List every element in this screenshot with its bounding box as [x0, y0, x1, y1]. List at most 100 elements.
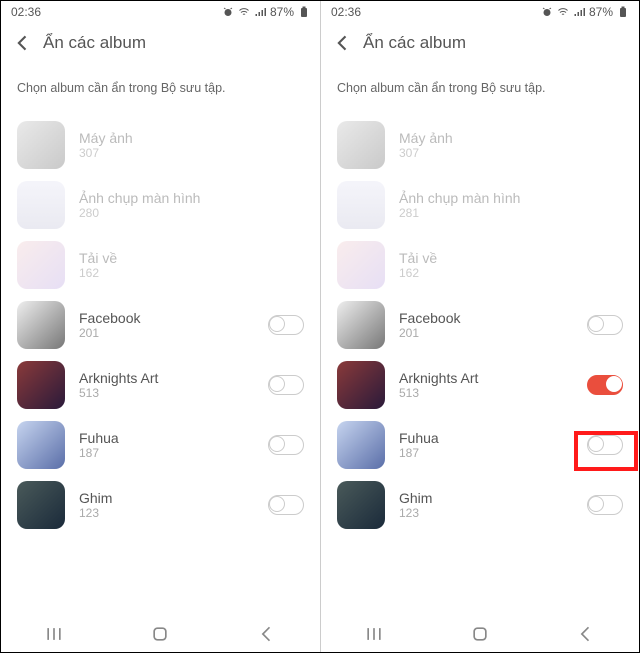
album-thumbnail [337, 241, 385, 289]
album-row: Máy ảnh307 [1, 115, 320, 175]
album-name: Ảnh chụp màn hình [399, 190, 623, 206]
album-row[interactable]: Facebook201 [1, 295, 320, 355]
home-icon[interactable] [150, 624, 170, 644]
album-name: Arknights Art [399, 370, 573, 386]
hide-toggle[interactable] [268, 435, 304, 455]
album-name: Fuhua [79, 430, 254, 446]
album-thumbnail [17, 181, 65, 229]
album-thumbnail [17, 301, 65, 349]
hide-toggle[interactable] [587, 315, 623, 335]
album-row: Tải về162 [321, 235, 639, 295]
album-name: Ghim [399, 490, 573, 506]
header: Ẩn các album [1, 23, 320, 67]
album-list: Máy ảnh307 Ảnh chụp màn hình281 Tải về16… [321, 115, 639, 616]
status-time: 02:36 [11, 5, 41, 19]
album-row[interactable]: Arknights Art513 [1, 355, 320, 415]
album-thumbnail [337, 301, 385, 349]
album-list: Máy ảnh307 Ảnh chụp màn hình280 Tải về16… [1, 115, 320, 616]
status-right: 87% [541, 5, 629, 19]
page-subtitle: Chọn album cần ẩn trong Bộ sưu tập. [321, 67, 639, 115]
page-subtitle: Chọn album cần ẩn trong Bộ sưu tập. [1, 67, 320, 115]
alarm-icon [222, 6, 234, 18]
album-count: 201 [79, 326, 254, 340]
signal-icon [573, 6, 585, 18]
screen-right: 02:36 87% Ẩn các album Chọn album cần ẩn… [320, 1, 639, 652]
signal-icon [254, 6, 266, 18]
album-count: 162 [399, 266, 623, 280]
back-icon[interactable] [333, 33, 353, 53]
status-bar: 02:36 87% [1, 1, 320, 23]
album-count: 123 [399, 506, 573, 520]
nav-bar [1, 616, 320, 652]
album-row[interactable]: Ghim123 [321, 475, 639, 535]
album-name: Ảnh chụp màn hình [79, 190, 304, 206]
hide-toggle[interactable] [587, 375, 623, 395]
album-thumbnail [337, 121, 385, 169]
home-icon[interactable] [470, 624, 490, 644]
wifi-icon [557, 6, 569, 18]
album-count: 162 [79, 266, 304, 280]
album-thumbnail [337, 481, 385, 529]
album-name: Máy ảnh [399, 130, 623, 146]
album-name: Máy ảnh [79, 130, 304, 146]
screen-left: 02:36 87% Ẩn các album Chọn album cần ẩn… [1, 1, 320, 652]
album-thumbnail [17, 421, 65, 469]
album-count: 123 [79, 506, 254, 520]
album-count: 201 [399, 326, 573, 340]
hide-toggle[interactable] [587, 435, 623, 455]
page-title: Ẩn các album [43, 33, 146, 53]
page-title: Ẩn các album [363, 33, 466, 53]
album-name: Arknights Art [79, 370, 254, 386]
battery-icon [298, 6, 310, 18]
nav-back-icon[interactable] [576, 624, 596, 644]
album-row[interactable]: Fuhua187 [1, 415, 320, 475]
album-thumbnail [17, 481, 65, 529]
hide-toggle[interactable] [587, 495, 623, 515]
wifi-icon [238, 6, 250, 18]
album-thumbnail [337, 361, 385, 409]
album-row[interactable]: Ghim123 [1, 475, 320, 535]
battery-text: 87% [270, 5, 294, 19]
nav-back-icon[interactable] [257, 624, 277, 644]
album-name: Ghim [79, 490, 254, 506]
album-name: Fuhua [399, 430, 573, 446]
album-row: Ảnh chụp màn hình280 [1, 175, 320, 235]
recents-icon[interactable] [44, 624, 64, 644]
album-name: Tải về [399, 250, 623, 266]
album-name: Tải về [79, 250, 304, 266]
status-time: 02:36 [331, 5, 361, 19]
alarm-icon [541, 6, 553, 18]
album-name: Facebook [79, 310, 254, 326]
hide-toggle[interactable] [268, 495, 304, 515]
album-count: 513 [79, 386, 254, 400]
recents-icon[interactable] [364, 624, 384, 644]
album-thumbnail [337, 421, 385, 469]
hide-toggle[interactable] [268, 315, 304, 335]
album-row[interactable]: Fuhua187 [321, 415, 639, 475]
album-count: 280 [79, 206, 304, 220]
status-bar: 02:36 87% [321, 1, 639, 23]
album-row[interactable]: Facebook201 [321, 295, 639, 355]
album-name: Facebook [399, 310, 573, 326]
album-count: 187 [399, 446, 573, 460]
album-count: 281 [399, 206, 623, 220]
album-row: Ảnh chụp màn hình281 [321, 175, 639, 235]
status-right: 87% [222, 5, 310, 19]
album-count: 513 [399, 386, 573, 400]
nav-bar [321, 616, 639, 652]
back-icon[interactable] [13, 33, 33, 53]
album-count: 307 [399, 146, 623, 160]
album-row: Máy ảnh307 [321, 115, 639, 175]
battery-text: 87% [589, 5, 613, 19]
album-thumbnail [17, 241, 65, 289]
album-thumbnail [17, 121, 65, 169]
album-row[interactable]: Arknights Art513 [321, 355, 639, 415]
album-count: 307 [79, 146, 304, 160]
album-thumbnail [17, 361, 65, 409]
battery-icon [617, 6, 629, 18]
album-row: Tải về162 [1, 235, 320, 295]
album-thumbnail [337, 181, 385, 229]
album-count: 187 [79, 446, 254, 460]
hide-toggle[interactable] [268, 375, 304, 395]
header: Ẩn các album [321, 23, 639, 67]
